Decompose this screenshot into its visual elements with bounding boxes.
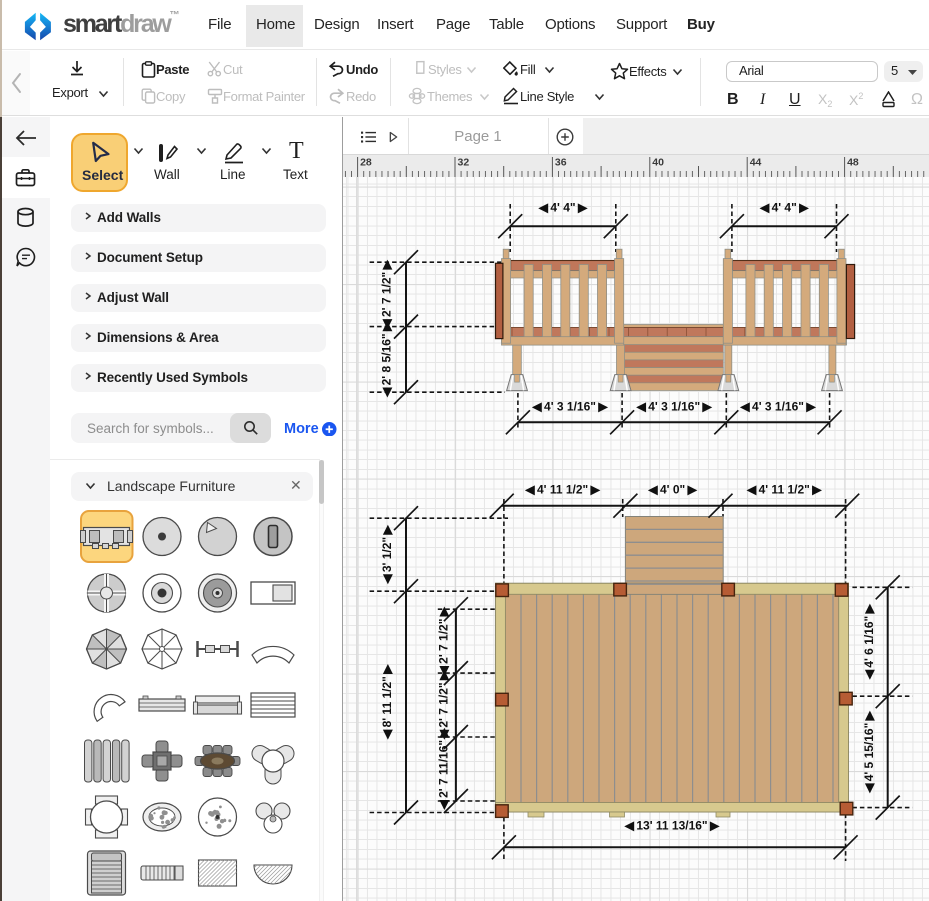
svg-text:◀ 4' 3 1/16" ▶: ◀ 4' 3 1/16" ▶: [636, 399, 713, 413]
svg-text:◀ 2' 7 1/2" ▶: ◀ 2' 7 1/2" ▶: [436, 606, 450, 676]
svg-text:◀ 2' 7 11/16" ▶: ◀ 2' 7 11/16" ▶: [436, 728, 450, 811]
svg-text:◀ 4' 11 1/2" ▶: ◀ 4' 11 1/2" ▶: [746, 482, 822, 496]
svg-text:◀ 4' 4" ▶: ◀ 4' 4" ▶: [538, 201, 588, 215]
svg-text:◀ 13' 11 13/16" ▶: ◀ 13' 11 13/16" ▶: [624, 819, 720, 833]
svg-text:◀ 2' 7 1/2" ▶: ◀ 2' 7 1/2" ▶: [380, 259, 394, 329]
svg-text:◀ 3' 1/2" ▶: ◀ 3' 1/2" ▶: [380, 524, 394, 584]
svg-text:◀ 4' 11 1/2" ▶: ◀ 4' 11 1/2" ▶: [524, 482, 600, 496]
svg-text:◀ 4' 6 1/16" ▶: ◀ 4' 6 1/16" ▶: [862, 603, 876, 680]
svg-text:◀ 8' 11 1/2" ▶: ◀ 8' 11 1/2" ▶: [380, 664, 394, 740]
svg-text:◀ 2' 8 5/16" ▶: ◀ 2' 8 5/16" ▶: [380, 321, 394, 398]
svg-text:◀ 4' 0" ▶: ◀ 4' 0" ▶: [647, 482, 697, 496]
svg-text:◀ 4' 3 1/16" ▶: ◀ 4' 3 1/16" ▶: [531, 399, 608, 413]
svg-text:◀ 4' 4" ▶: ◀ 4' 4" ▶: [759, 201, 809, 215]
svg-text:◀ 4' 5 15/16" ▶: ◀ 4' 5 15/16" ▶: [862, 710, 876, 794]
svg-text:◀ 4' 3 1/16" ▶: ◀ 4' 3 1/16" ▶: [739, 399, 816, 413]
